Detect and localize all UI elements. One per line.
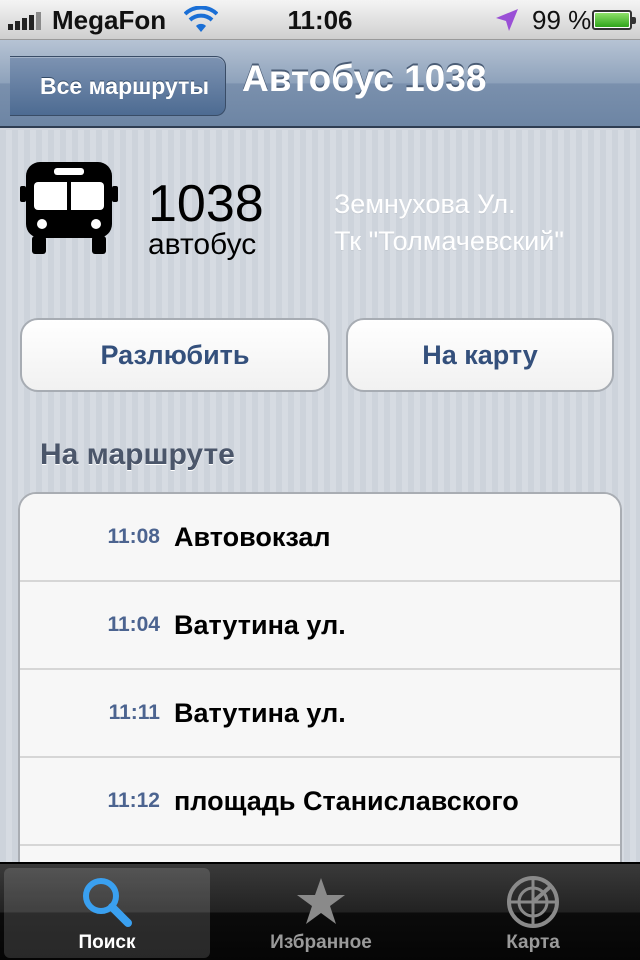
search-icon <box>83 878 132 927</box>
navigation-bar: Все маршруты Автобус 1038 <box>0 40 640 128</box>
tab-label: Избранное <box>270 932 372 953</box>
page-title: Автобус 1038 <box>242 58 487 99</box>
route-start-stop: Земнухова Ул. <box>334 189 516 219</box>
show-on-map-button[interactable]: На карту <box>346 318 614 392</box>
stop-name: Автовокзал <box>174 521 331 552</box>
route-number: 1038 <box>148 175 264 233</box>
stops-table: 11:08 Автовокзал 11:04 Ватутина ул. 11:1… <box>18 492 622 862</box>
back-button[interactable]: Все маршруты <box>10 56 226 116</box>
status-bar: MegaFon 11:06 99 % <box>0 0 640 40</box>
radar-icon <box>507 876 559 928</box>
tab-bar: Поиск Избранное Карта <box>0 862 640 960</box>
route-details: 1038 автобус Земнухова Ул. Тк "Толмачевс… <box>0 130 640 862</box>
table-row[interactable]: 11:11 Ватутина ул. <box>20 670 620 758</box>
stop-name: площадь Станиславского <box>174 785 519 816</box>
stop-name: Ватутина ул. <box>174 609 346 640</box>
tab-label: Карта <box>506 932 560 953</box>
table-row[interactable] <box>20 846 620 862</box>
tab-favorites[interactable]: Избранное <box>218 868 424 958</box>
route-endpoints: Земнухова Ул. Тк "Толмачевский" <box>334 186 564 260</box>
bus-icon <box>20 162 118 254</box>
table-row[interactable]: 11:08 Автовокзал <box>20 494 620 582</box>
back-button-label: Все маршруты <box>39 72 210 99</box>
battery-percent: 99 % <box>532 5 592 35</box>
table-row[interactable]: 11:12 площадь Станиславского <box>20 758 620 846</box>
arrival-time: 11:12 <box>107 789 160 812</box>
star-icon <box>297 878 345 924</box>
arrival-time: 11:08 <box>107 525 160 548</box>
location-arrow-icon <box>496 9 518 31</box>
arrival-time: 11:11 <box>108 701 160 724</box>
route-type: автобус <box>148 228 257 261</box>
tab-search[interactable]: Поиск <box>4 868 210 958</box>
tab-map[interactable]: Карта <box>430 868 636 958</box>
arrival-time: 11:04 <box>107 613 160 636</box>
stop-name: Ватутина ул. <box>174 697 346 728</box>
battery-icon <box>592 10 636 30</box>
unlike-button[interactable]: Разлюбить <box>20 318 330 392</box>
section-title-on-route: На маршруте <box>40 438 235 471</box>
route-end-stop: Тк "Толмачевский" <box>334 226 564 256</box>
table-row[interactable]: 11:04 Ватутина ул. <box>20 582 620 670</box>
tab-label: Поиск <box>78 932 136 953</box>
